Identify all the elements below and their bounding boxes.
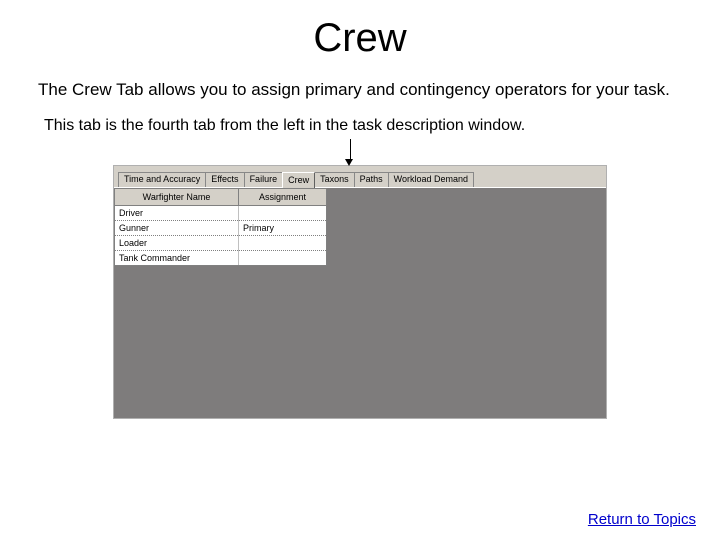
intro-text: The Crew Tab allows you to assign primar… <box>0 79 720 111</box>
cell-assignment[interactable] <box>239 236 327 251</box>
table-row: Gunner Primary <box>115 221 327 236</box>
task-description-window: Time and Accuracy Effects Failure Crew T… <box>113 165 607 419</box>
tab-pane: Warfighter Name Assignment Driver Gunner… <box>114 188 606 418</box>
cell-name[interactable]: Gunner <box>115 221 239 236</box>
tab-crew[interactable]: Crew <box>282 172 315 188</box>
page-title: Crew <box>0 0 720 79</box>
col-header-assignment[interactable]: Assignment <box>239 189 327 206</box>
tab-time-and-accuracy[interactable]: Time and Accuracy <box>118 172 206 187</box>
cell-assignment[interactable]: Primary <box>239 221 327 236</box>
tab-workload-demand[interactable]: Workload Demand <box>388 172 474 187</box>
return-to-topics-link[interactable]: Return to Topics <box>588 511 696 528</box>
tab-failure[interactable]: Failure <box>244 172 284 187</box>
crew-grid: Warfighter Name Assignment Driver Gunner… <box>114 188 327 266</box>
pointer-arrow <box>0 141 720 165</box>
cell-assignment[interactable] <box>239 251 327 266</box>
tab-paths[interactable]: Paths <box>354 172 389 187</box>
tab-effects[interactable]: Effects <box>205 172 244 187</box>
cell-assignment[interactable] <box>239 206 327 221</box>
cell-name[interactable]: Tank Commander <box>115 251 239 266</box>
table-row: Tank Commander <box>115 251 327 266</box>
table-row: Driver <box>115 206 327 221</box>
table-row: Loader <box>115 236 327 251</box>
cell-name[interactable]: Driver <box>115 206 239 221</box>
tab-taxons[interactable]: Taxons <box>314 172 355 187</box>
tab-strip: Time and Accuracy Effects Failure Crew T… <box>114 166 606 188</box>
cell-name[interactable]: Loader <box>115 236 239 251</box>
sub-text: This tab is the fourth tab from the left… <box>0 111 720 141</box>
col-header-name[interactable]: Warfighter Name <box>115 189 239 206</box>
